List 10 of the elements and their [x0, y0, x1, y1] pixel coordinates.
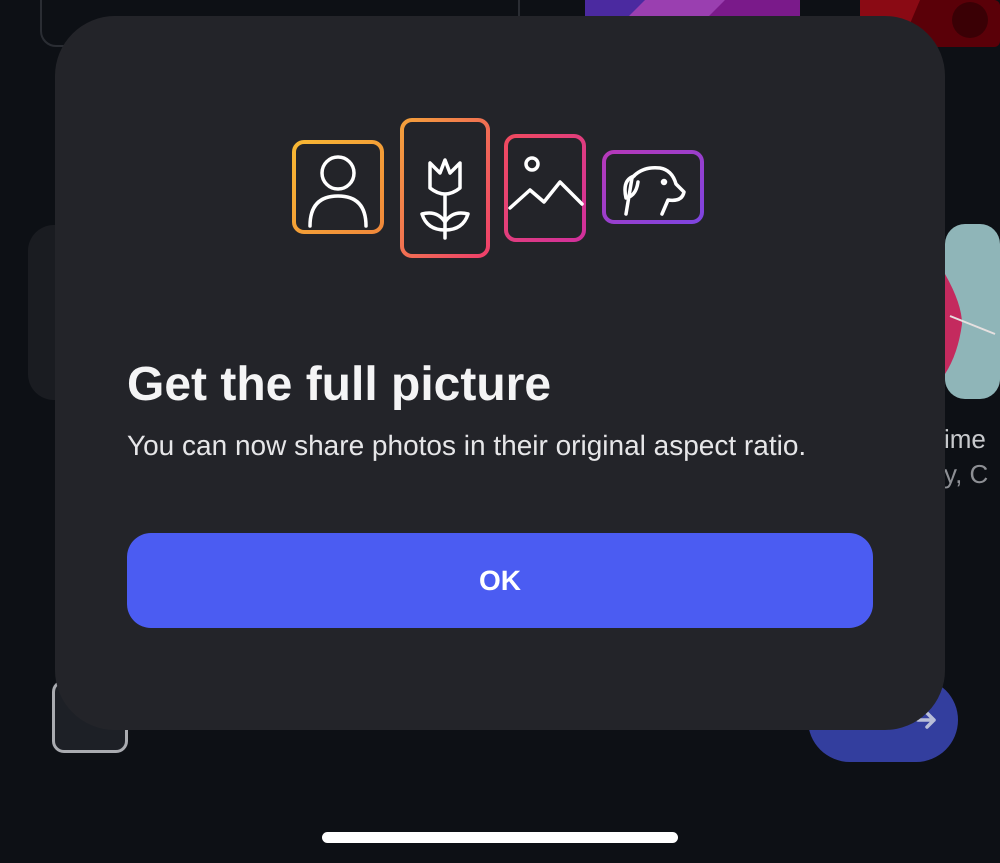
- person-icon: [292, 140, 384, 234]
- dialog-message: You can now share photos in their original aspect ratio.: [127, 429, 808, 463]
- dialog-title: Get the full picture: [127, 357, 552, 413]
- side-text: y, C: [944, 458, 988, 491]
- side-text: ime: [944, 423, 986, 456]
- image-icon: [504, 134, 586, 242]
- flower-icon: [400, 118, 490, 258]
- arrow-icon: [916, 710, 938, 730]
- dog-icon: [602, 150, 704, 224]
- ok-button[interactable]: OK: [127, 533, 873, 628]
